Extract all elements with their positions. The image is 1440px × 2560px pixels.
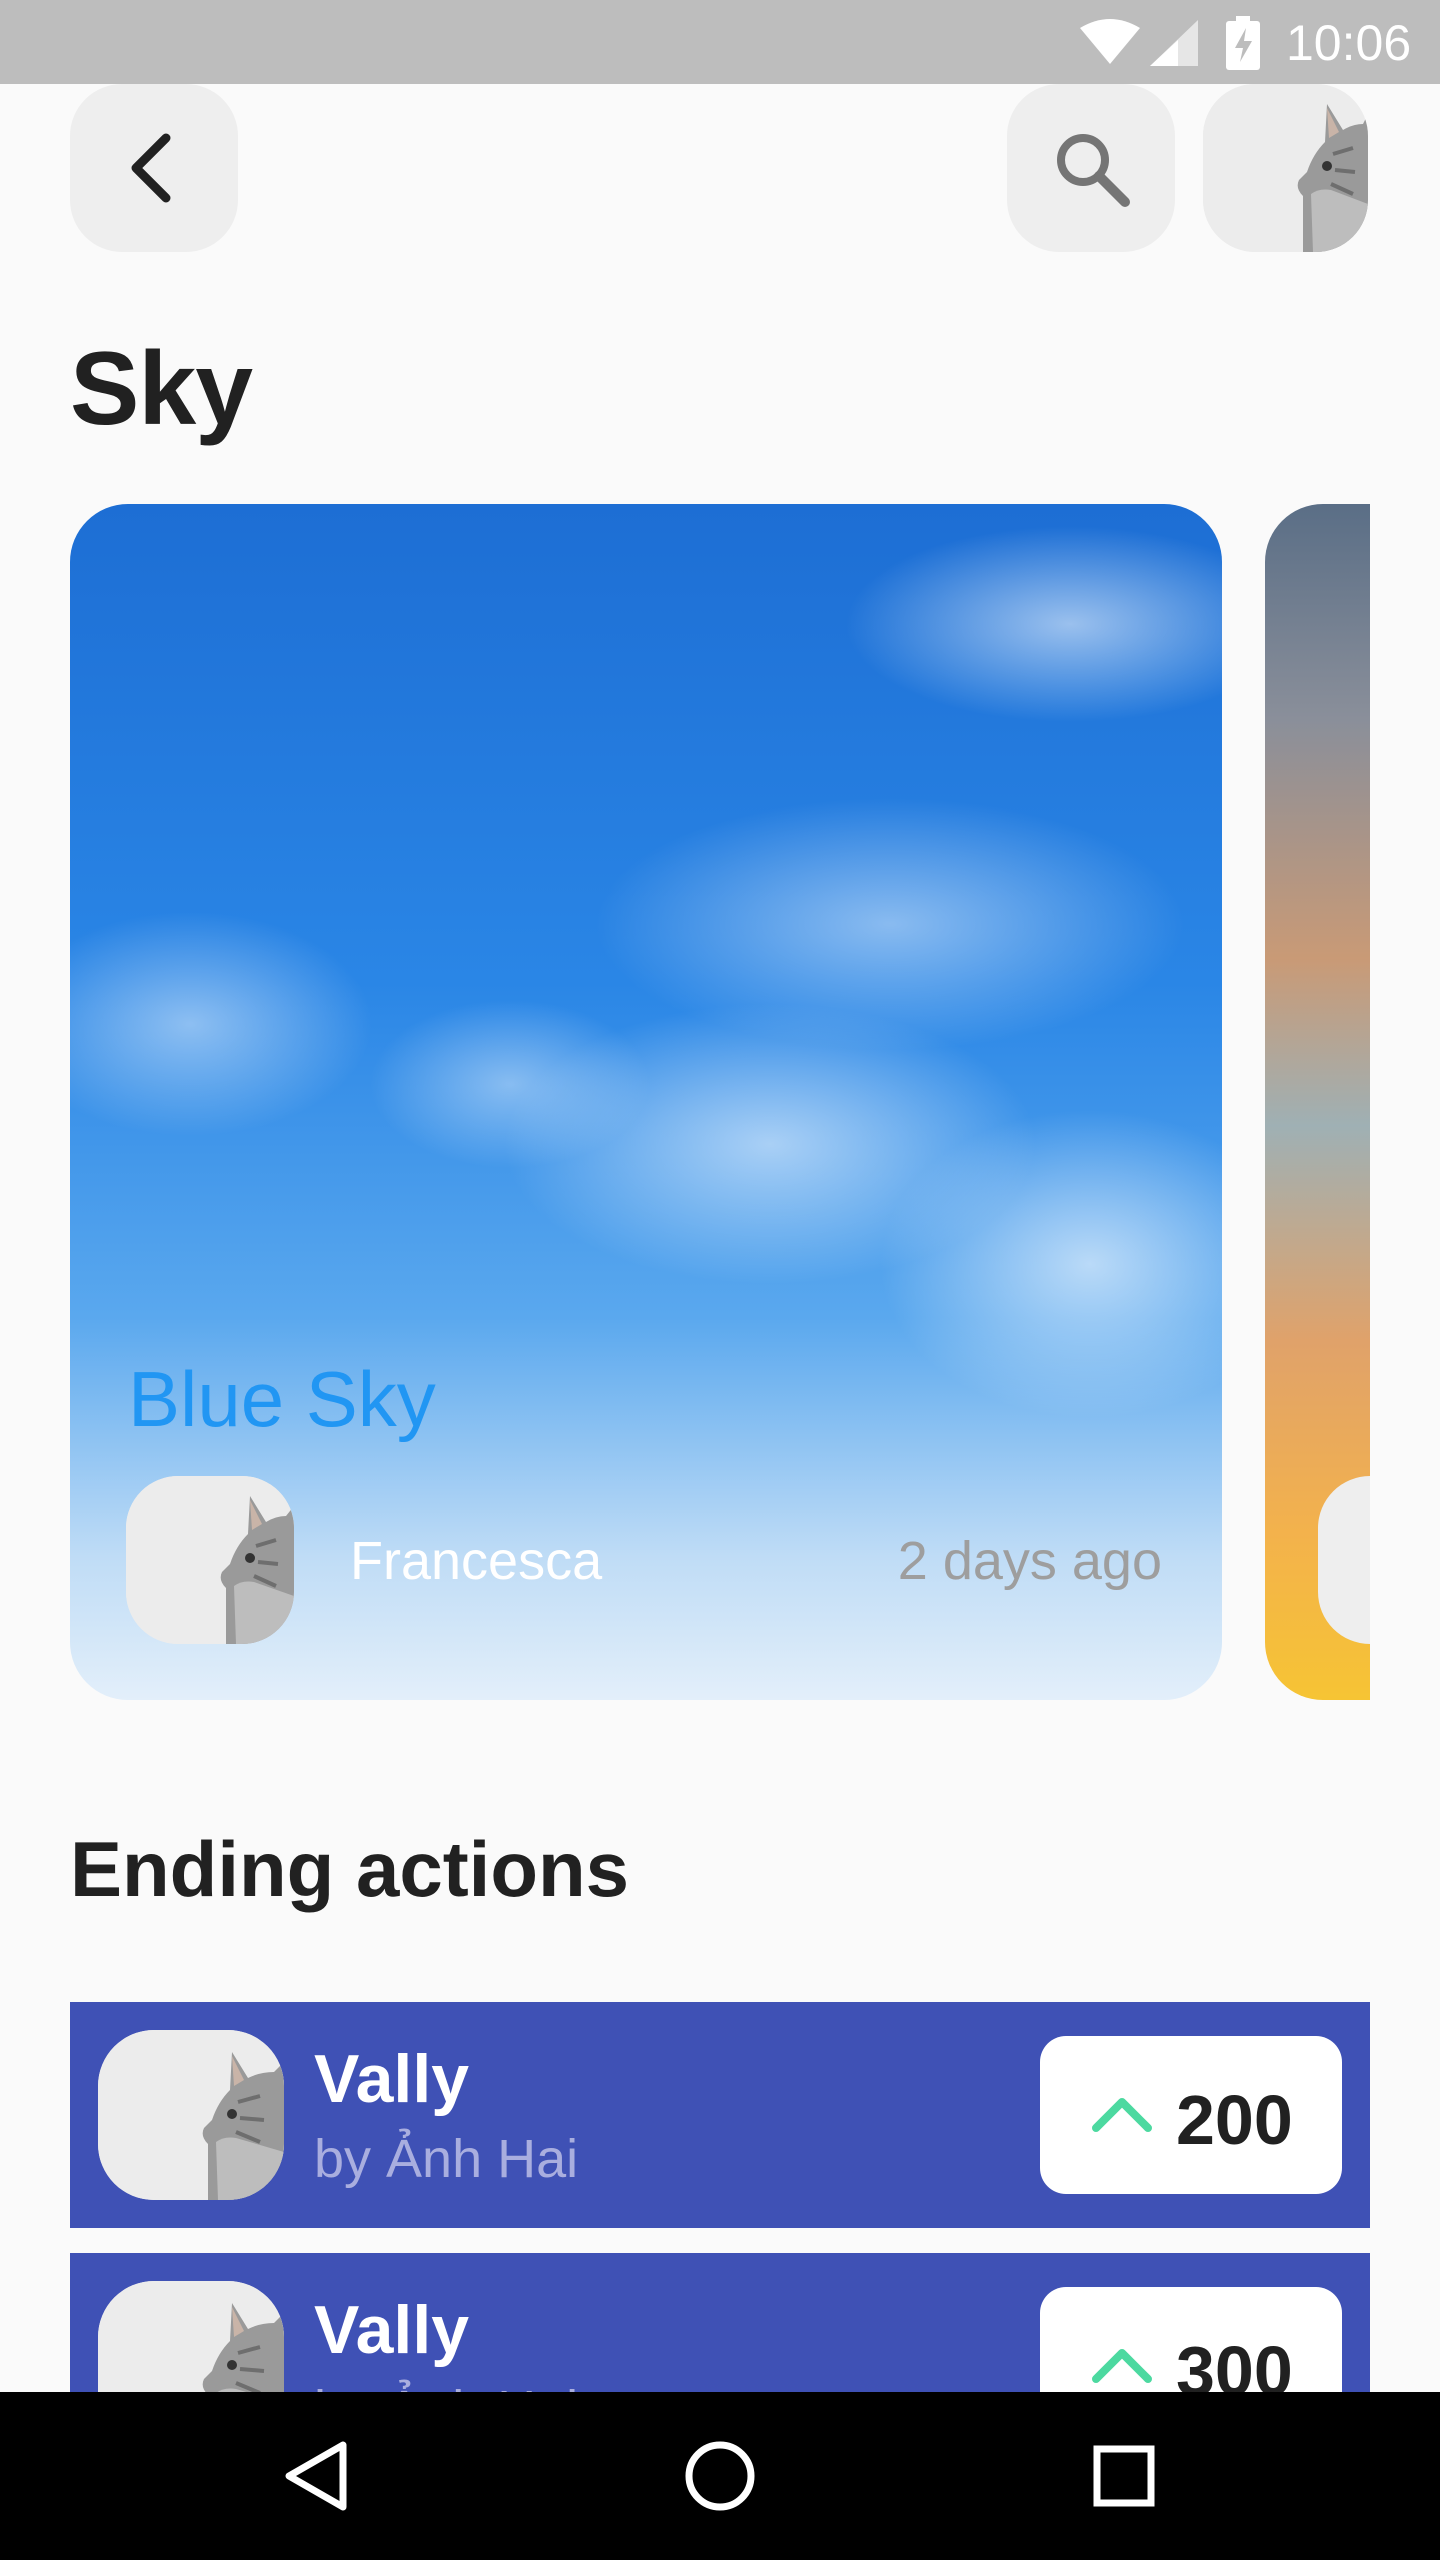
nav-recents-button[interactable] [1074,2426,1174,2526]
profile-avatar-button[interactable] [1203,84,1368,252]
card-carousel[interactable]: Blue Sky Francesca 2 days ago O [70,504,1370,1700]
next-card[interactable]: O [1265,504,1370,1700]
score-badge[interactable]: 200 [1040,2036,1342,2194]
status-time: 10:06 [1286,15,1412,71]
nav-back-icon [285,2441,347,2511]
item-avatar [98,2030,284,2200]
cat-avatar [1203,84,1368,252]
card-timestamp: 2 days ago [897,1531,1162,1591]
cat-avatar [126,1476,294,1644]
search-button[interactable] [1007,84,1175,252]
back-button[interactable] [70,84,238,252]
featured-card[interactable]: Blue Sky Francesca 2 days ago [70,504,1222,1700]
nav-recents-icon [1093,2445,1155,2507]
item-subtitle: by Ảnh Hai [314,2129,579,2189]
page-title: Sky [70,331,253,447]
chevron-left-icon [131,133,171,203]
list-item[interactable]: Vally by Ảnh Hai 200 [70,2002,1370,2228]
nav-back-button[interactable] [266,2426,366,2526]
item-title: Vally [314,2292,470,2368]
chevron-up-icon [1092,2098,1152,2132]
item-title: Vally [314,2041,470,2117]
battery-charging-icon [1226,16,1260,70]
chevron-up-icon [1092,2349,1152,2383]
nav-home-icon [685,2441,755,2511]
section-title: Ending actions [70,1825,630,1913]
wifi-icon [1080,19,1140,64]
nav-home-button[interactable] [670,2426,770,2526]
card-author: Francesca [350,1531,603,1591]
screen: 10:06 Sky Blue Sky Francesca 2 days ago … [0,0,1440,2560]
card-title: Blue Sky [128,1355,436,1443]
status-bar: 10:06 [0,0,1440,84]
signal-icon [1150,20,1198,66]
score-value: 200 [1176,2081,1293,2159]
search-icon [1057,134,1130,207]
author-avatar[interactable] [126,1476,294,1644]
author-avatar [1318,1476,1370,1644]
navigation-bar [0,2392,1440,2560]
cat-avatar [98,2030,284,2200]
